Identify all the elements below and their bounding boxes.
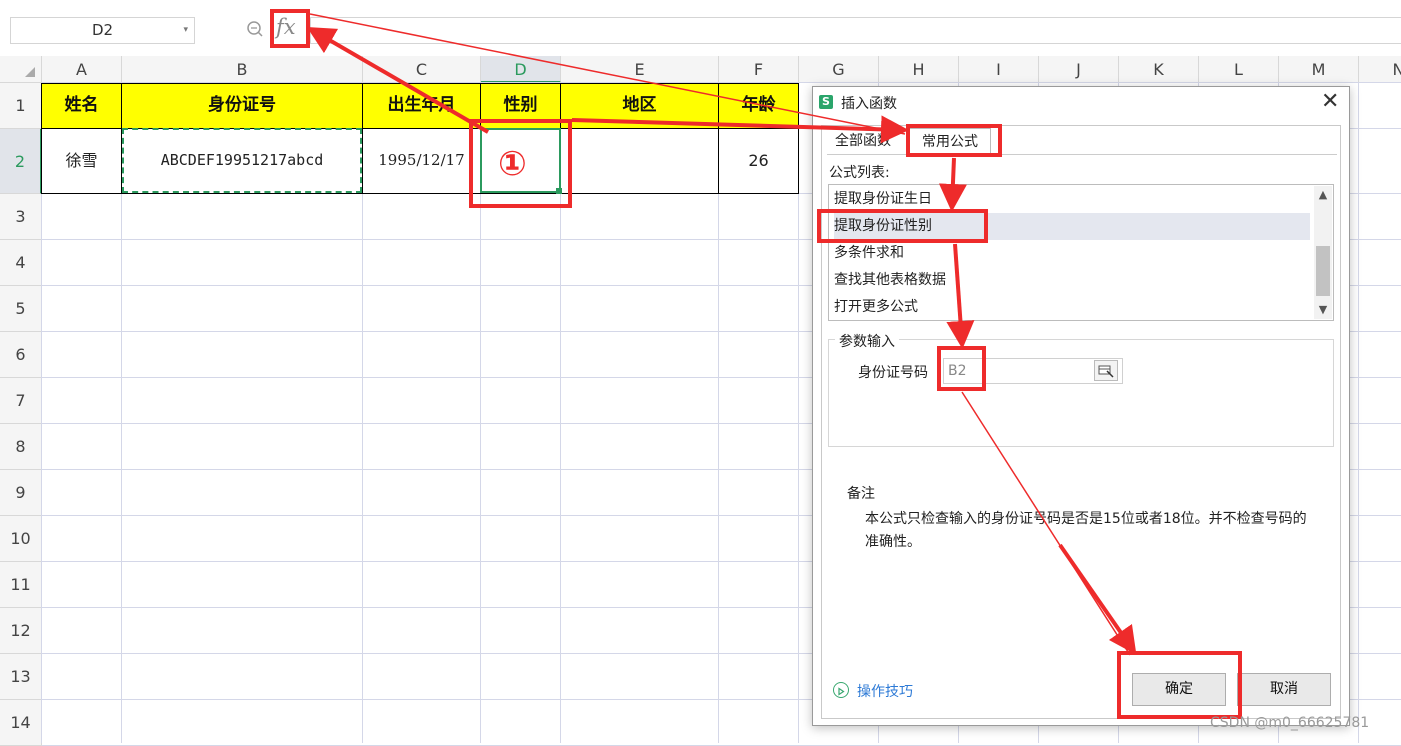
arrow-fx-to-tab	[309, 13, 906, 135]
annotation-arrows	[306, 13, 1137, 656]
arrow-param-to-ok-bold	[1058, 543, 1137, 655]
arrow-param-to-ok	[961, 391, 1131, 656]
arrow-d2-to-tab	[571, 115, 909, 144]
arrow-tab-to-formula	[938, 157, 967, 212]
arrow-formula-to-param	[946, 243, 975, 349]
watermark: CSDN @m0_66625781	[1210, 715, 1370, 731]
